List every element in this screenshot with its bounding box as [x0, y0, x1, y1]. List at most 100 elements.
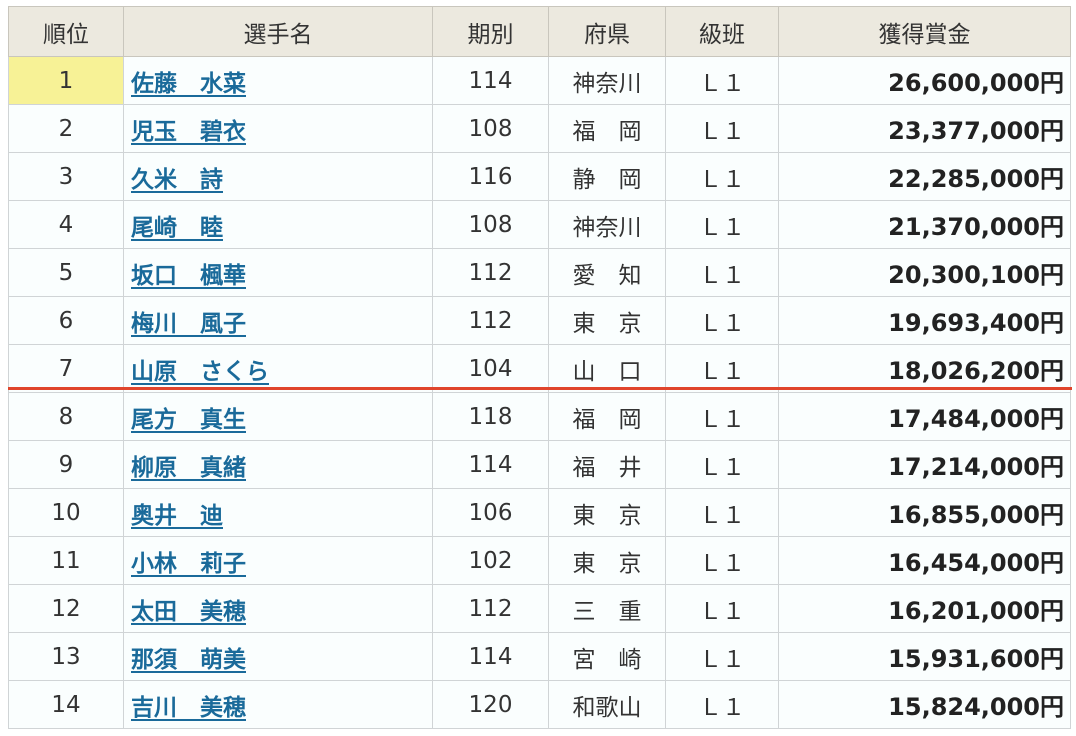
rider-name-cell: 佐藤 水菜 — [123, 56, 433, 105]
header-prize: 獲得賞金 — [778, 6, 1071, 57]
prize-cell: 26,600,000円 — [778, 56, 1071, 105]
term-cell: 114 — [432, 632, 549, 681]
class-cell: Ｌ１ — [665, 56, 779, 105]
header-name: 選手名 — [123, 6, 433, 57]
rider-name-link[interactable]: 坂口 楓華 — [131, 263, 246, 289]
rank-cell: 6 — [8, 296, 124, 345]
table-row: 8 尾方 真生 118 福 岡 Ｌ１ 17,484,000円 — [8, 392, 1071, 441]
rider-name-cell: 梅川 風子 — [123, 296, 433, 345]
prefecture-cell: 愛 知 — [548, 248, 666, 297]
rider-name-link[interactable]: 柳原 真緒 — [131, 455, 246, 481]
rank-cell: 14 — [8, 680, 124, 729]
table-row: 13 那須 萌美 114 宮 崎 Ｌ１ 15,931,600円 — [8, 632, 1071, 681]
rider-name-link[interactable]: 吉川 美穂 — [131, 695, 246, 721]
prize-cell: 17,484,000円 — [778, 392, 1071, 441]
rank-cell: 3 — [8, 152, 124, 201]
class-cell: Ｌ１ — [665, 152, 779, 201]
rider-name-link[interactable]: 小林 莉子 — [131, 551, 246, 577]
header-rank: 順位 — [8, 6, 124, 57]
term-cell: 120 — [432, 680, 549, 729]
rank-cell: 7 — [8, 344, 124, 393]
rank-cell: 10 — [8, 488, 124, 537]
rider-name-link[interactable]: 奥井 迪 — [131, 503, 223, 529]
rank-cell: 13 — [8, 632, 124, 681]
prize-cell: 16,454,000円 — [778, 536, 1071, 585]
prefecture-cell: 福 岡 — [548, 392, 666, 441]
cut-line — [8, 387, 1072, 390]
class-cell: Ｌ１ — [665, 296, 779, 345]
prefecture-cell: 宮 崎 — [548, 632, 666, 681]
rider-name-link[interactable]: 佐藤 水菜 — [131, 71, 246, 97]
rider-name-link[interactable]: 尾方 真生 — [131, 407, 246, 433]
table-row: 9 柳原 真緒 114 福 井 Ｌ１ 17,214,000円 — [8, 440, 1071, 489]
header-class: 級班 — [665, 6, 779, 57]
rider-name-cell: 小林 莉子 — [123, 536, 433, 585]
table-row: 11 小林 莉子 102 東 京 Ｌ１ 16,454,000円 — [8, 536, 1071, 585]
prize-cell: 23,377,000円 — [778, 104, 1071, 153]
class-cell: Ｌ１ — [665, 344, 779, 393]
term-cell: 102 — [432, 536, 549, 585]
prefecture-cell: 三 重 — [548, 584, 666, 633]
rider-name-cell: 吉川 美穂 — [123, 680, 433, 729]
rank-cell: 1 — [8, 56, 124, 105]
rank-cell: 8 — [8, 392, 124, 441]
class-cell: Ｌ１ — [665, 440, 779, 489]
table-row: 12 太田 美穂 112 三 重 Ｌ１ 16,201,000円 — [8, 584, 1071, 633]
ranking-page: 順位 選手名 期別 府県 級班 獲得賞金 1 佐藤 水菜 114 神奈川 Ｌ１ 26,60… — [0, 0, 1076, 736]
class-cell: Ｌ１ — [665, 632, 779, 681]
prize-cell: 16,855,000円 — [778, 488, 1071, 537]
prize-cell: 22,285,000円 — [778, 152, 1071, 201]
term-cell: 114 — [432, 440, 549, 489]
prefecture-cell: 福 井 — [548, 440, 666, 489]
table-row: 6 梅川 風子 112 東 京 Ｌ１ 19,693,400円 — [8, 296, 1071, 345]
rank-cell: 9 — [8, 440, 124, 489]
term-cell: 114 — [432, 56, 549, 105]
class-cell: Ｌ１ — [665, 488, 779, 537]
rider-name-cell: 尾崎 睦 — [123, 200, 433, 249]
rider-name-link[interactable]: 梅川 風子 — [131, 311, 246, 337]
prize-cell: 15,824,000円 — [778, 680, 1071, 729]
term-cell: 112 — [432, 296, 549, 345]
header-term: 期別 — [432, 6, 549, 57]
prefecture-cell: 東 京 — [548, 296, 666, 345]
rider-name-cell: 那須 萌美 — [123, 632, 433, 681]
prize-cell: 20,300,100円 — [778, 248, 1071, 297]
rider-name-link[interactable]: 久米 詩 — [131, 167, 223, 193]
term-cell: 108 — [432, 200, 549, 249]
prize-cell: 21,370,000円 — [778, 200, 1071, 249]
class-cell: Ｌ１ — [665, 536, 779, 585]
rider-name-link[interactable]: 太田 美穂 — [131, 599, 246, 625]
prefecture-cell: 福 岡 — [548, 104, 666, 153]
class-cell: Ｌ１ — [665, 584, 779, 633]
rider-name-cell: 奥井 迪 — [123, 488, 433, 537]
rider-name-link[interactable]: 児玉 碧衣 — [131, 119, 246, 145]
term-cell: 106 — [432, 488, 549, 537]
rider-name-link[interactable]: 山原 さくら — [131, 359, 269, 385]
class-cell: Ｌ１ — [665, 200, 779, 249]
class-cell: Ｌ１ — [665, 392, 779, 441]
prize-cell: 16,201,000円 — [778, 584, 1071, 633]
prize-cell: 15,931,600円 — [778, 632, 1071, 681]
table-header-row: 順位 選手名 期別 府県 級班 獲得賞金 — [8, 6, 1071, 57]
rider-name-cell: 尾方 真生 — [123, 392, 433, 441]
rank-cell: 4 — [8, 200, 124, 249]
prize-cell: 17,214,000円 — [778, 440, 1071, 489]
prefecture-cell: 神奈川 — [548, 56, 666, 105]
class-cell: Ｌ１ — [665, 248, 779, 297]
class-cell: Ｌ１ — [665, 680, 779, 729]
rider-name-link[interactable]: 那須 萌美 — [131, 647, 246, 673]
table-row: 5 坂口 楓華 112 愛 知 Ｌ１ 20,300,100円 — [8, 248, 1071, 297]
rank-cell: 12 — [8, 584, 124, 633]
prefecture-cell: 山 口 — [548, 344, 666, 393]
rank-cell: 5 — [8, 248, 124, 297]
rider-name-link[interactable]: 尾崎 睦 — [131, 215, 223, 241]
rider-name-cell: 山原 さくら — [123, 344, 433, 393]
prize-cell: 19,693,400円 — [778, 296, 1071, 345]
term-cell: 108 — [432, 104, 549, 153]
rider-name-cell: 児玉 碧衣 — [123, 104, 433, 153]
rider-name-cell: 太田 美穂 — [123, 584, 433, 633]
prize-ranking-table: 順位 選手名 期別 府県 級班 獲得賞金 1 佐藤 水菜 114 神奈川 Ｌ１ 26,60… — [8, 6, 1071, 729]
prefecture-cell: 神奈川 — [548, 200, 666, 249]
table-row: 7 山原 さくら 104 山 口 Ｌ１ 18,026,200円 — [8, 344, 1071, 393]
header-prefecture: 府県 — [548, 6, 666, 57]
